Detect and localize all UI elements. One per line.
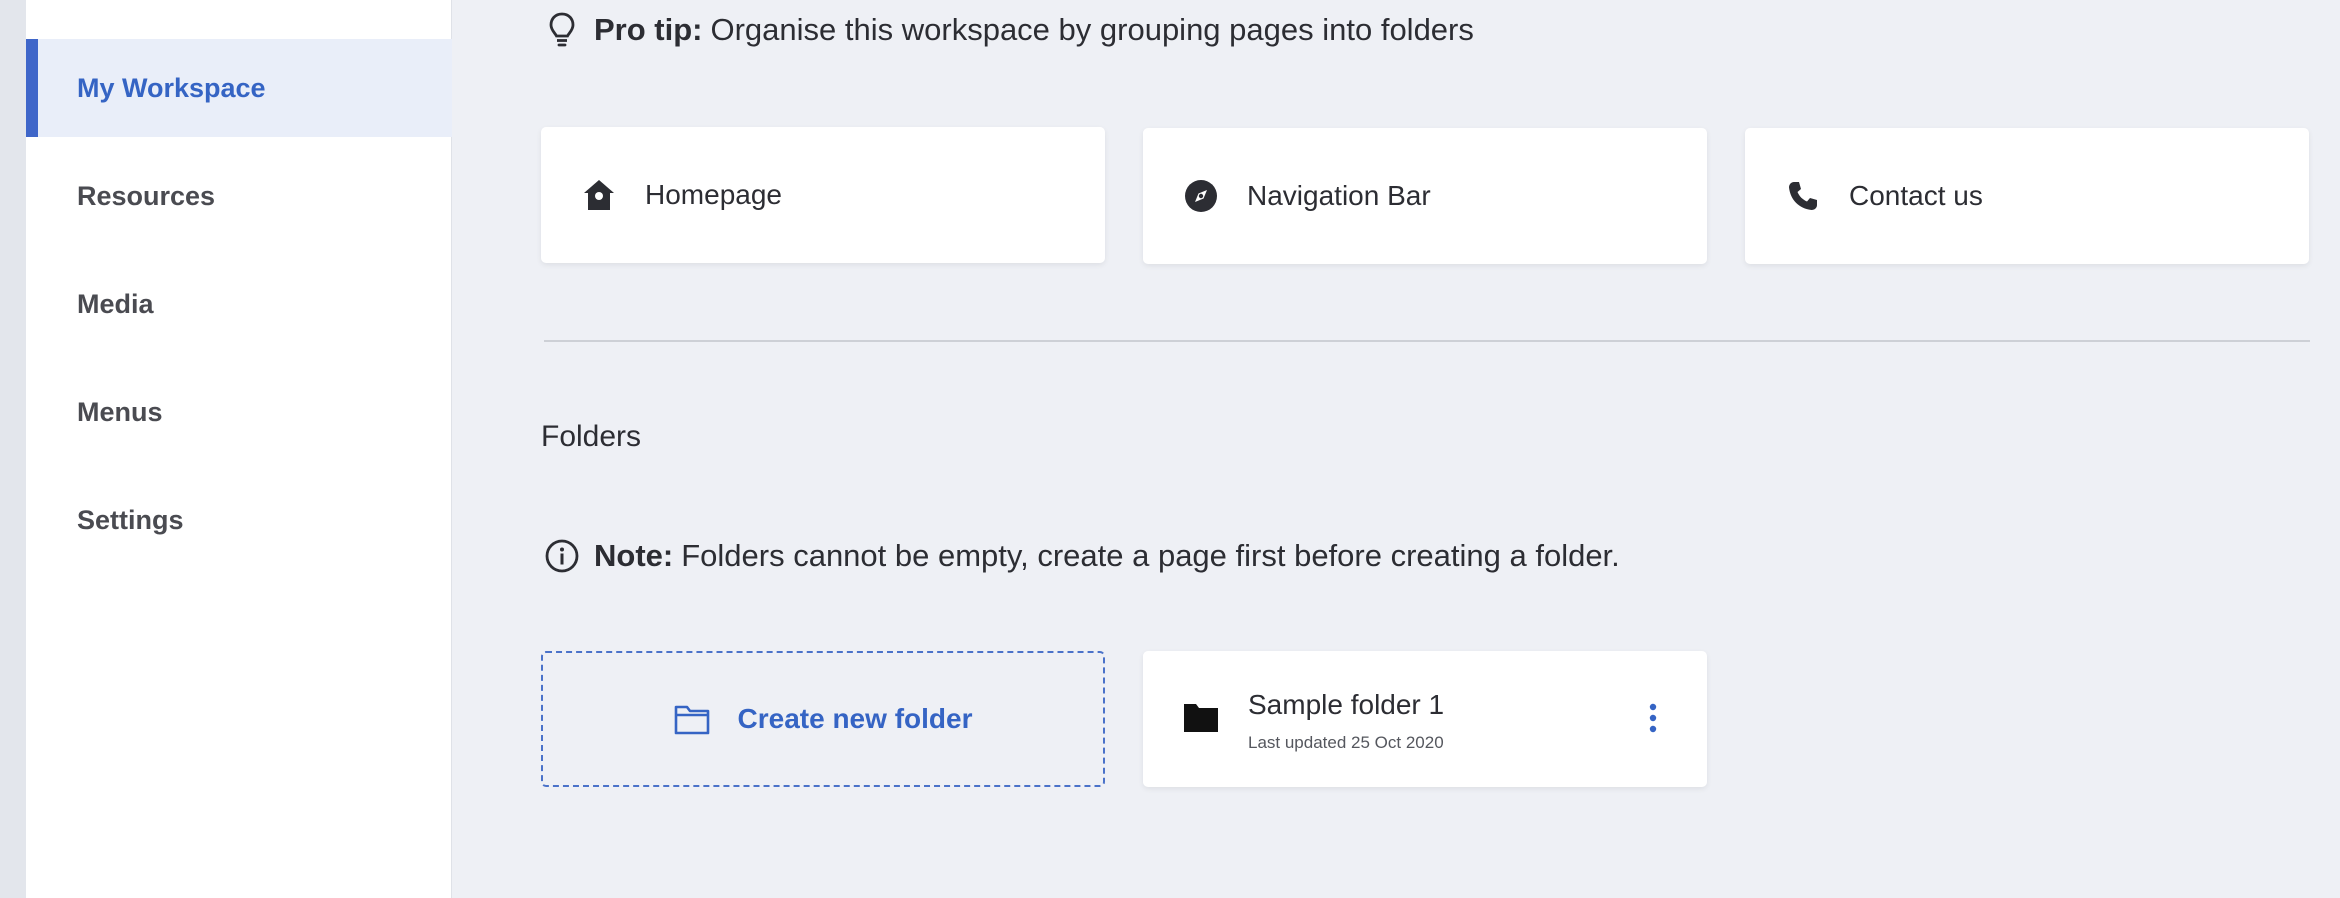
folder-outline-icon — [674, 702, 712, 736]
sidebar-item-menus[interactable]: Menus — [26, 363, 452, 461]
page-card-contact-us[interactable]: Contact us — [1745, 128, 2309, 264]
folders-section-title: Folders — [541, 420, 642, 453]
page-card-label: Homepage — [645, 179, 782, 210]
create-folder-label: Create new folder — [737, 703, 973, 734]
folder-name: Sample folder 1 — [1248, 689, 1445, 720]
sidebar-item-settings[interactable]: Settings — [26, 471, 452, 569]
home-icon — [579, 175, 619, 215]
sidebar-item-label: Media — [77, 288, 154, 319]
sidebar-item-my-workspace[interactable]: My Workspace — [26, 39, 452, 137]
sidebar: My Workspace Resources Media Menus Setti… — [26, 0, 452, 898]
lightbulb-icon — [544, 10, 580, 50]
compass-icon — [1181, 176, 1221, 216]
phone-icon — [1783, 176, 1823, 216]
note-text: Folders cannot be empty, create a page f… — [681, 538, 1620, 573]
folder-last-updated: Last updated 25 Oct 2020 — [1248, 733, 1444, 752]
pro-tip-banner: Pro tip: Organise this workspace by grou… — [544, 8, 1474, 52]
sidebar-item-label: Settings — [77, 504, 184, 535]
workspace-main: Pro tip: Organise this workspace by grou… — [452, 0, 2340, 898]
page-card-homepage[interactable]: Homepage — [541, 127, 1105, 263]
sidebar-item-label: Menus — [77, 396, 163, 427]
sidebar-item-label: My Workspace — [77, 72, 266, 103]
left-edge-strip — [0, 0, 26, 898]
page-card-label: Contact us — [1849, 180, 1983, 211]
app-root: My Workspace Resources Media Menus Setti… — [0, 0, 2340, 898]
pro-tip-text: Organise this workspace by grouping page… — [710, 12, 1474, 47]
note-label: Note: — [594, 538, 674, 573]
folder-card[interactable]: Sample folder 1 Last updated 25 Oct 2020 — [1143, 651, 1707, 787]
folders-note: Note: Folders cannot be empty, create a … — [544, 534, 1620, 578]
folder-icon — [1183, 701, 1219, 735]
sidebar-item-resources[interactable]: Resources — [26, 147, 452, 245]
more-options-icon[interactable] — [1641, 693, 1665, 743]
sidebar-item-media[interactable]: Media — [26, 255, 452, 353]
page-card-navigation-bar[interactable]: Navigation Bar — [1143, 128, 1707, 264]
create-new-folder-button[interactable]: Create new folder — [541, 651, 1105, 787]
pro-tip-label: Pro tip: — [594, 12, 703, 47]
info-icon — [544, 538, 580, 574]
page-card-label: Navigation Bar — [1247, 180, 1431, 211]
section-divider — [544, 340, 2310, 342]
sidebar-item-label: Resources — [77, 180, 216, 211]
